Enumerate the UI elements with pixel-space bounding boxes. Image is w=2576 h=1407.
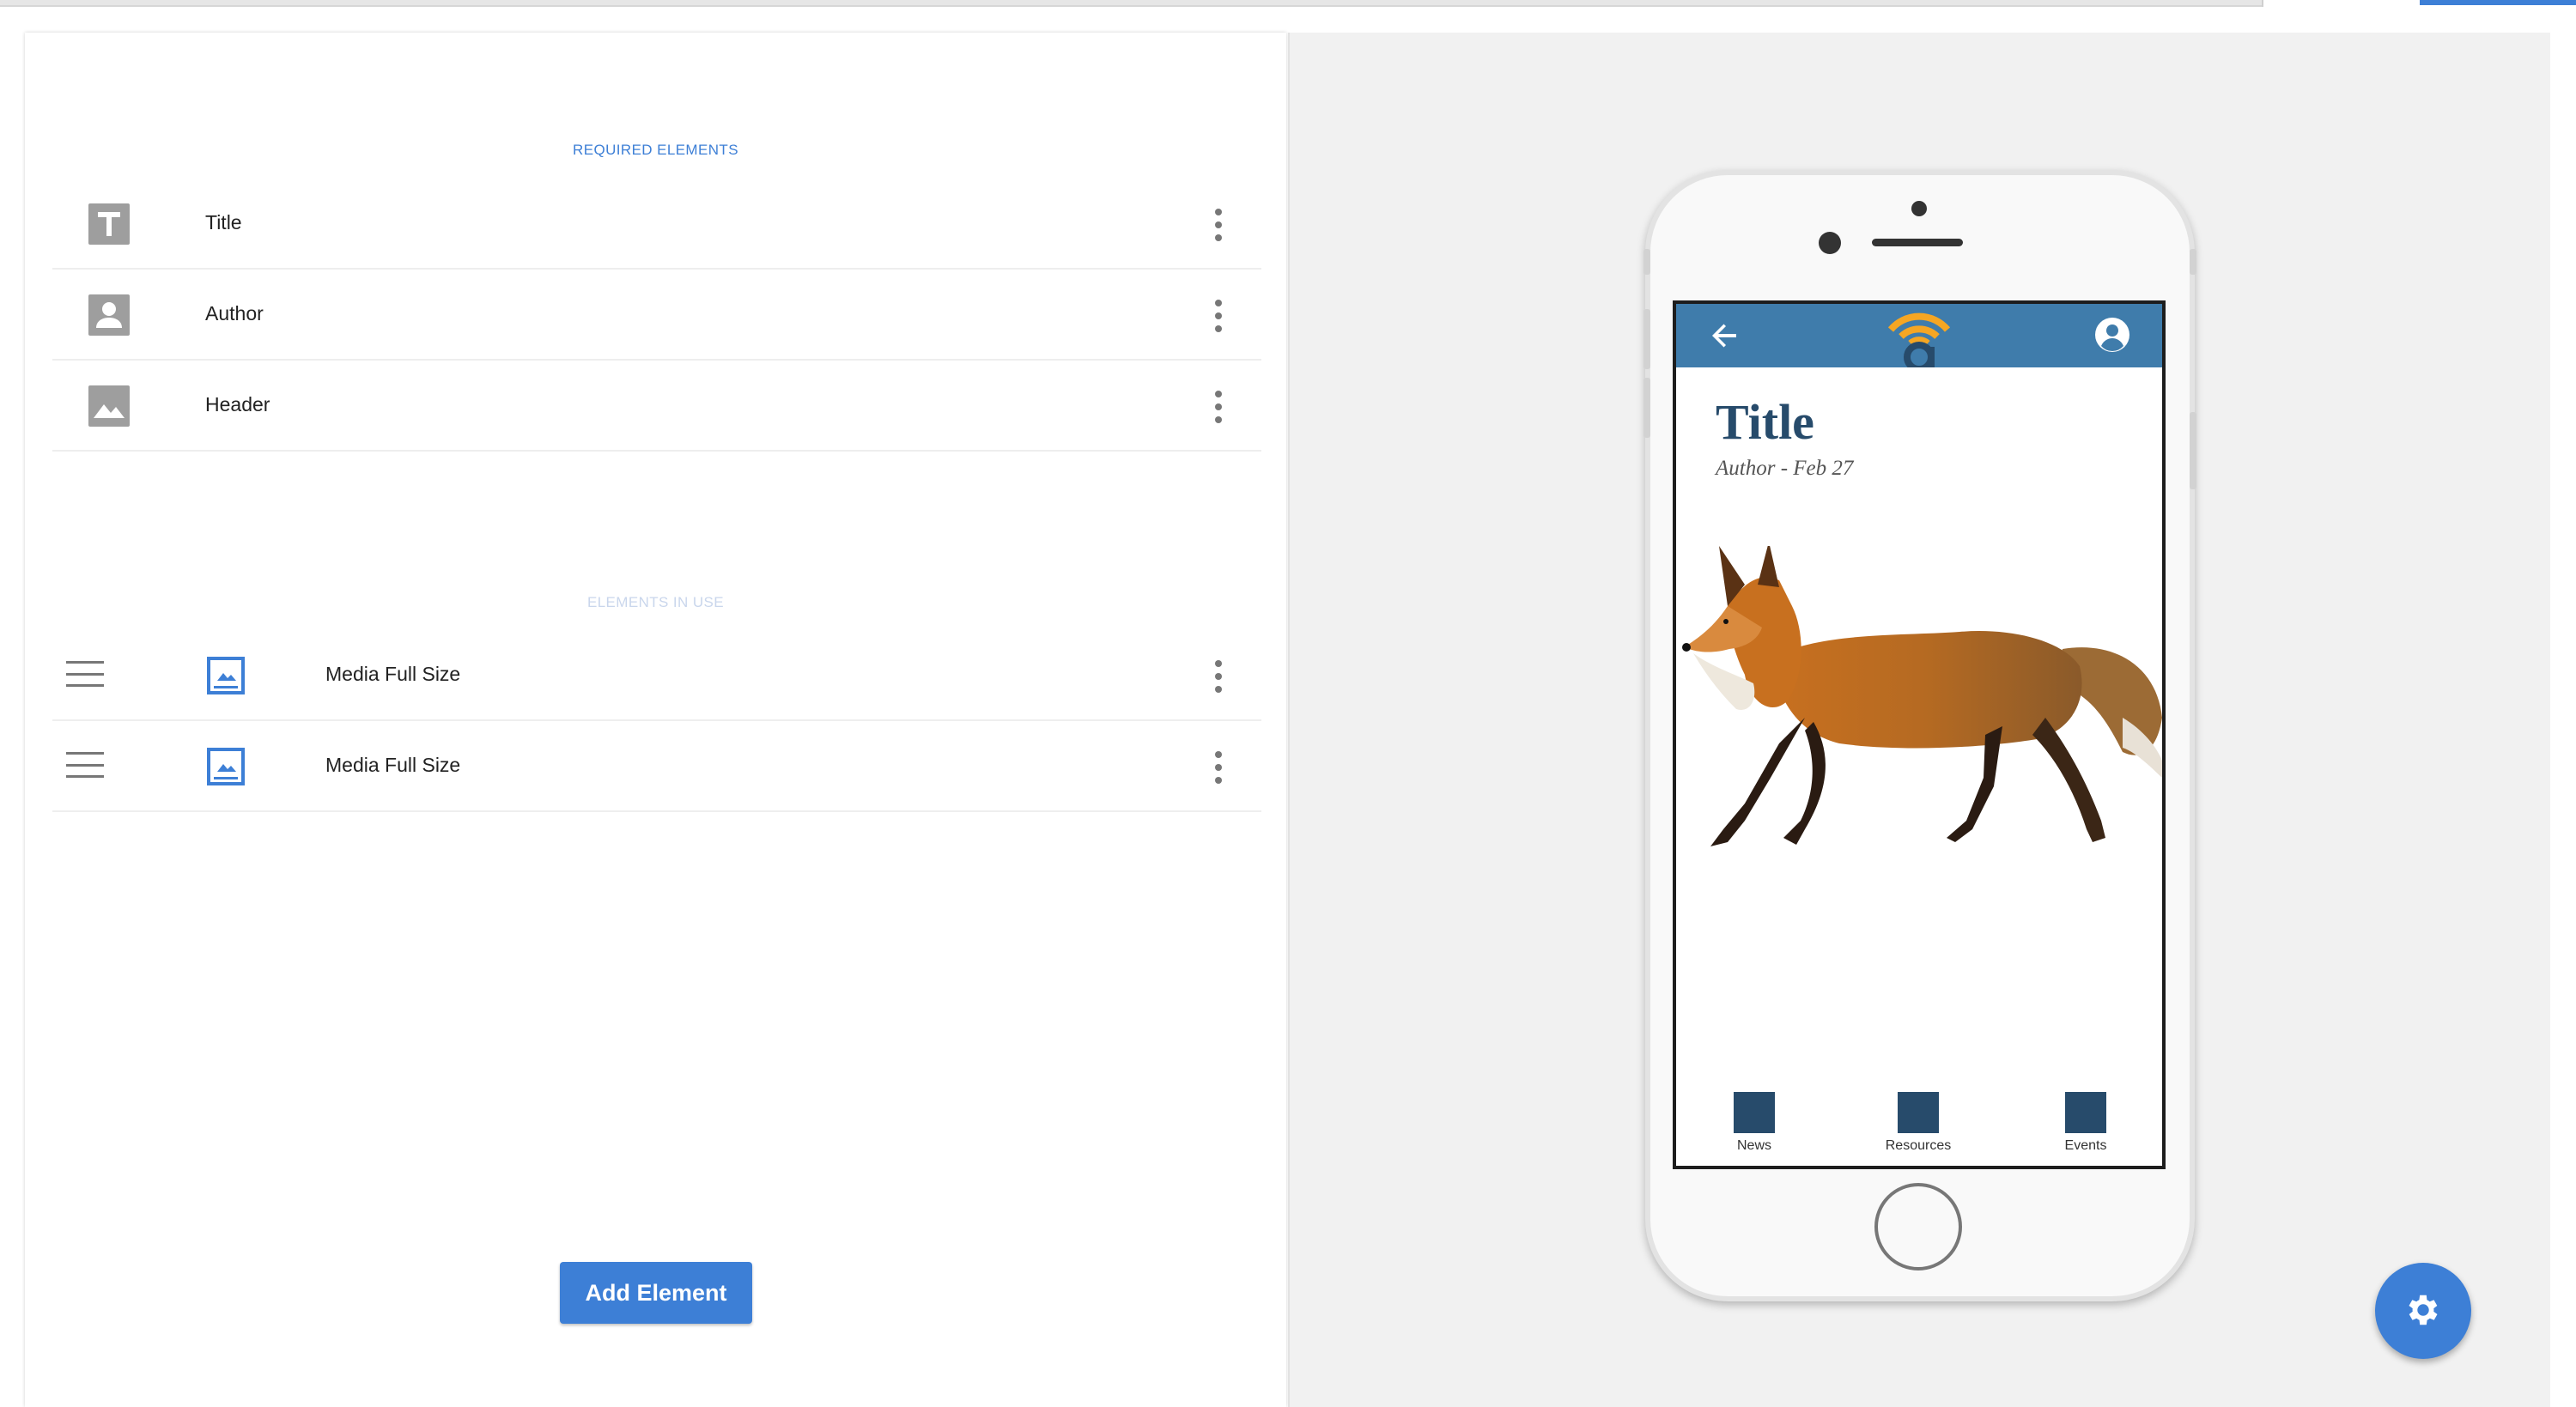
account-circle-icon[interactable]: [2093, 316, 2131, 354]
nav-item-label: Events: [2064, 1138, 2107, 1153]
fox-photo: [1676, 542, 2162, 889]
phone-side-button: [2190, 412, 2196, 489]
drag-handle-icon[interactable]: [66, 752, 104, 778]
phone-front-camera: [1819, 232, 1841, 254]
bottom-nav: News Resources Events: [1676, 1089, 2162, 1166]
drag-handle-icon[interactable]: [66, 661, 104, 687]
app-bar: [1676, 304, 2162, 373]
phone-speaker: [1872, 239, 1963, 246]
add-element-button[interactable]: Add Element: [560, 1262, 752, 1324]
nav-item-news[interactable]: News: [1703, 1092, 1806, 1154]
more-options-icon[interactable]: [1213, 751, 1224, 784]
news-icon: [1734, 1092, 1775, 1133]
nav-item-label: Resources: [1885, 1138, 1952, 1153]
phone-side-button: [1643, 309, 1650, 369]
required-element-label: Author: [205, 302, 264, 324]
phone-sensor: [1911, 201, 1927, 216]
back-arrow-icon[interactable]: [1709, 319, 1741, 352]
nav-item-events[interactable]: Events: [2034, 1092, 2137, 1154]
top-bar-line: [0, 0, 2262, 7]
phone-side-button: [1643, 249, 1650, 275]
media-full-size-icon: [205, 655, 246, 696]
settings-fab[interactable]: [2375, 1263, 2471, 1359]
nav-item-resources[interactable]: Resources: [1867, 1092, 1970, 1154]
elements-in-use-heading: ELEMENTS IN USE: [586, 594, 725, 610]
more-options-icon[interactable]: [1213, 391, 1224, 423]
app-logo: [1882, 304, 1956, 373]
events-icon: [2065, 1092, 2106, 1133]
required-element-row-title[interactable]: Title: [52, 179, 1261, 270]
top-bar-divider: [2262, 0, 2263, 7]
resources-icon: [1898, 1092, 1939, 1133]
phone-screen: Title Author - Feb 27 News Resources Eve…: [1673, 300, 2166, 1169]
image-icon: [88, 385, 130, 427]
required-element-row-header[interactable]: Header: [52, 361, 1261, 452]
person-icon: [88, 294, 130, 336]
required-element-label: Header: [205, 393, 270, 415]
article-title: Title: [1716, 394, 1814, 450]
gear-icon: [2403, 1290, 2443, 1332]
required-element-label: Title: [205, 211, 242, 233]
required-elements-heading: REQUIRED ELEMENTS: [573, 142, 738, 158]
more-options-icon[interactable]: [1213, 300, 1224, 332]
elements-panel: REQUIRED ELEMENTS Title Author Header EL…: [25, 33, 1286, 1407]
media-full-size-icon: [205, 746, 246, 787]
title-icon: [88, 203, 130, 245]
in-use-element-row[interactable]: Media Full Size: [52, 630, 1261, 721]
nav-item-label: News: [1736, 1138, 1771, 1153]
in-use-element-label: Media Full Size: [325, 663, 461, 685]
active-tab-indicator: [2420, 0, 2576, 5]
article-author-date: Author - Feb 27: [1716, 457, 1854, 480]
phone-side-button: [1643, 378, 1650, 438]
in-use-element-row[interactable]: Media Full Size: [52, 721, 1261, 812]
required-element-row-author[interactable]: Author: [52, 270, 1261, 361]
more-options-icon[interactable]: [1213, 660, 1224, 693]
phone-side-button: [2190, 249, 2196, 275]
phone-home-button[interactable]: [1874, 1183, 1962, 1271]
more-options-icon[interactable]: [1213, 209, 1224, 241]
in-use-element-label: Media Full Size: [325, 754, 461, 776]
